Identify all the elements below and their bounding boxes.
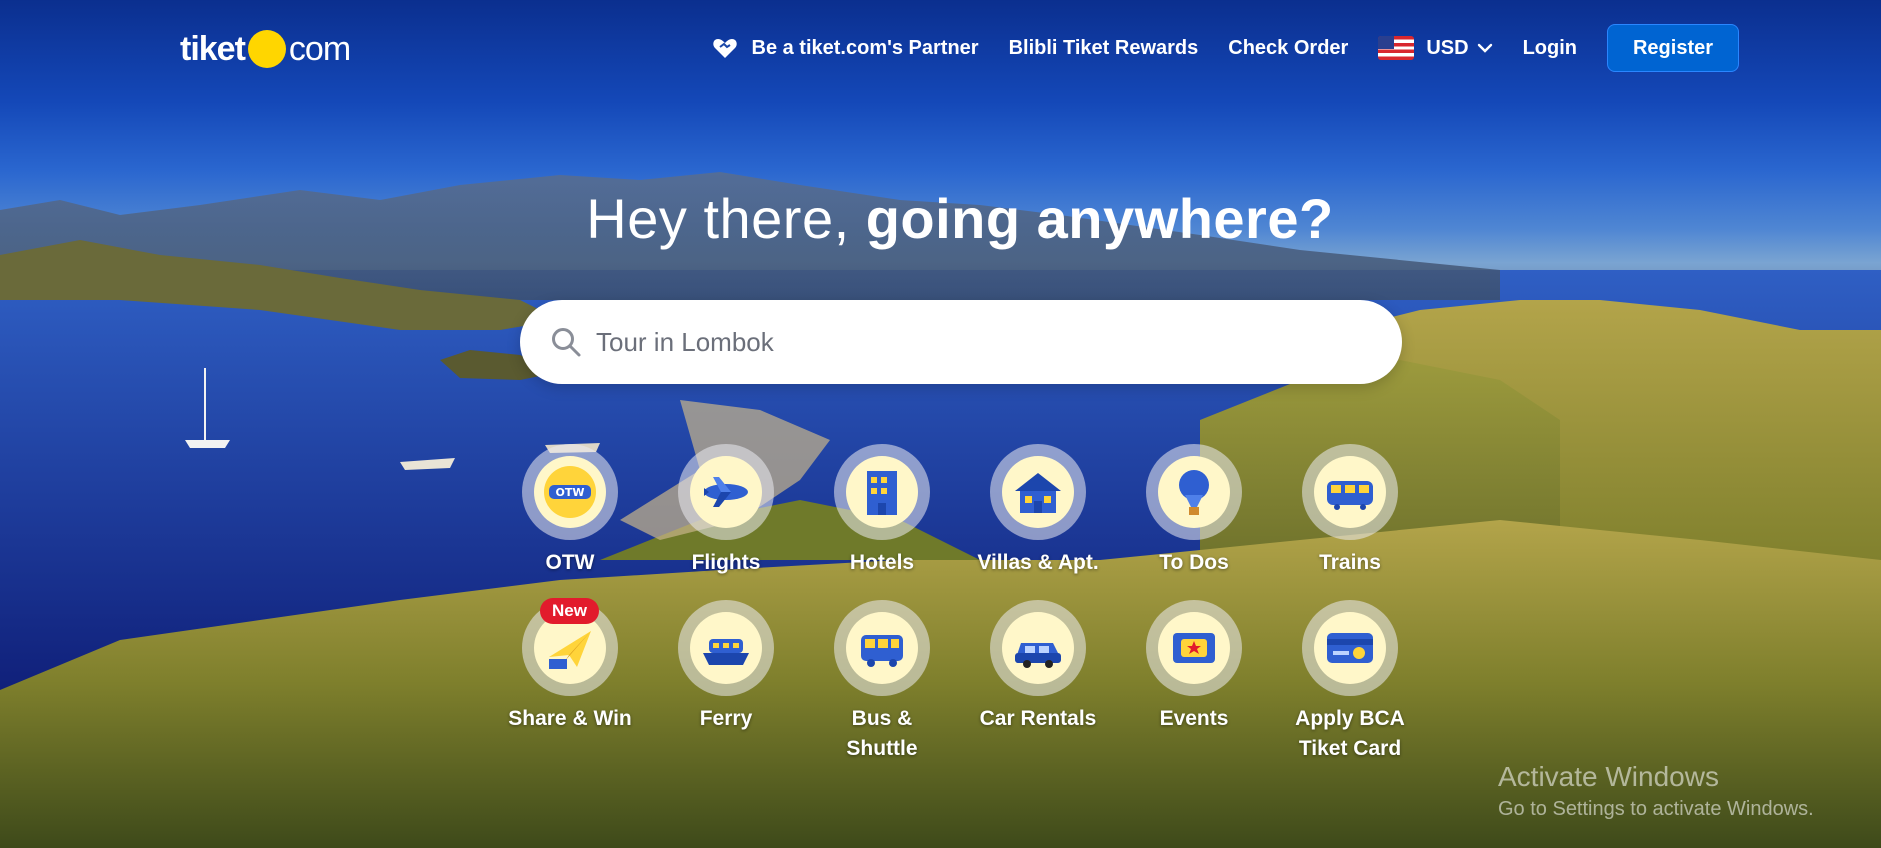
logo-text-tiket: tiket — [180, 29, 246, 68]
category-hotels[interactable]: Hotels — [804, 444, 960, 578]
category-label-line1: Bus & — [851, 707, 913, 730]
category-bus-shuttle-inner — [846, 612, 918, 684]
category-bca-card-circle — [1302, 600, 1398, 696]
ferry-icon — [703, 639, 749, 665]
category-bca-card[interactable]: Apply BCA Tiket Card — [1272, 600, 1428, 764]
category-events-circle — [1146, 600, 1242, 696]
headline-light: Hey there, — [586, 187, 866, 250]
login-link-label: Login — [1522, 36, 1577, 59]
currency-label: USD — [1426, 36, 1469, 59]
category-label: Events — [1159, 707, 1229, 730]
category-bus-shuttle-circle — [834, 600, 930, 696]
windows-activation-watermark: Activate Windows Go to Settings to activ… — [1498, 760, 1814, 824]
category-events[interactable]: Events — [1116, 600, 1272, 734]
category-car-rentals-inner — [1002, 612, 1074, 684]
partner-link[interactable]: Be a tiket.com's Partner — [712, 36, 979, 60]
category-label: Villas & Apt. — [977, 551, 1099, 574]
check-order-link[interactable]: Check Order — [1228, 37, 1348, 60]
currency-selector[interactable]: USD — [1378, 36, 1492, 60]
chevron-down-icon — [1477, 43, 1492, 53]
svg-text:OTW: OTW — [556, 486, 585, 499]
page-title: Hey there, going anywhere? — [0, 186, 1881, 251]
credit-card-icon — [1327, 633, 1373, 663]
category-label: Share & Win — [508, 707, 632, 730]
category-label: Trains — [1319, 551, 1381, 574]
category-label: Apply BCA Tiket Card — [1272, 704, 1428, 764]
category-villas-circle — [990, 444, 1086, 540]
category-otw-circle: OTW — [522, 444, 618, 540]
category-todos-inner — [1158, 456, 1230, 528]
watermark-subtitle: Go to Settings to activate Windows. — [1498, 798, 1814, 820]
category-todos[interactable]: To Dos — [1116, 444, 1272, 578]
bus-icon — [861, 635, 903, 667]
category-trains-circle — [1302, 444, 1398, 540]
category-ferry-inner — [690, 612, 762, 684]
logo-dot-icon — [247, 30, 286, 68]
search-icon — [552, 328, 581, 357]
category-ferry[interactable]: Ferry — [648, 600, 804, 734]
otw-icon: OTW — [544, 466, 596, 518]
category-label-line2: Tiket Card — [1298, 737, 1402, 760]
category-flights-circle — [678, 444, 774, 540]
logo-text-com: com — [288, 29, 351, 68]
category-label: Hotels — [849, 551, 915, 574]
category-flights[interactable]: Flights — [648, 444, 804, 578]
new-badge: New — [540, 598, 599, 624]
category-label: Car Rentals — [979, 707, 1097, 730]
category-label: To Dos — [1159, 551, 1229, 574]
tiket-logo[interactable]: tiket com — [180, 28, 351, 70]
check-order-link-label: Check Order — [1228, 36, 1349, 59]
watermark-title: Activate Windows — [1498, 761, 1719, 792]
rewards-link[interactable]: Blibli Tiket Rewards — [1009, 37, 1199, 60]
search-bar[interactable]: Tour in Lombok — [520, 300, 1402, 384]
category-label: Flights — [691, 551, 761, 574]
category-ferry-circle — [678, 600, 774, 696]
category-label: Bus & Shuttle — [804, 704, 960, 764]
category-label: OTW — [545, 551, 595, 574]
login-link[interactable]: Login — [1523, 37, 1577, 60]
category-bus-shuttle[interactable]: Bus & Shuttle — [804, 600, 960, 764]
car-icon — [1015, 643, 1061, 668]
train-icon — [1327, 481, 1373, 510]
ticket-icon — [1173, 633, 1215, 663]
category-trains[interactable]: Trains — [1272, 444, 1428, 578]
category-trains-inner — [1314, 456, 1386, 528]
category-villas[interactable]: Villas & Apt. — [960, 444, 1116, 578]
category-car-rentals[interactable]: Car Rentals — [960, 600, 1116, 734]
category-label: Ferry — [699, 707, 753, 730]
category-label-line1: Apply BCA — [1295, 707, 1405, 730]
category-bca-card-inner — [1314, 612, 1386, 684]
paper-plane-icon — [549, 631, 591, 669]
airplane-icon — [704, 477, 748, 507]
top-navigation: Be a tiket.com's Partner Blibli Tiket Re… — [712, 24, 1739, 72]
us-flag-icon — [1378, 36, 1415, 60]
category-flights-inner — [690, 456, 762, 528]
hot-air-balloon-icon — [1179, 470, 1209, 515]
category-events-inner — [1158, 612, 1230, 684]
hotel-icon — [867, 471, 897, 515]
partner-link-label: Be a tiket.com's Partner — [751, 36, 979, 59]
category-todos-circle — [1146, 444, 1242, 540]
category-hotels-inner — [846, 456, 918, 528]
category-villas-inner — [1002, 456, 1074, 528]
search-input[interactable]: Tour in Lombok — [596, 327, 774, 358]
rewards-link-label: Blibli Tiket Rewards — [1008, 36, 1199, 59]
headline-bold: going anywhere? — [865, 187, 1334, 250]
category-otw-inner: OTW — [534, 456, 606, 528]
villa-icon — [1015, 473, 1061, 513]
category-otw[interactable]: OTW OTW — [492, 444, 648, 578]
category-car-rentals-circle — [990, 600, 1086, 696]
category-hotels-circle — [834, 444, 930, 540]
category-share-win[interactable]: New Share & Win — [492, 598, 648, 734]
register-button[interactable]: Register — [1607, 24, 1739, 72]
handshake-heart-icon — [712, 39, 737, 58]
category-label-line2: Shuttle — [846, 737, 918, 760]
